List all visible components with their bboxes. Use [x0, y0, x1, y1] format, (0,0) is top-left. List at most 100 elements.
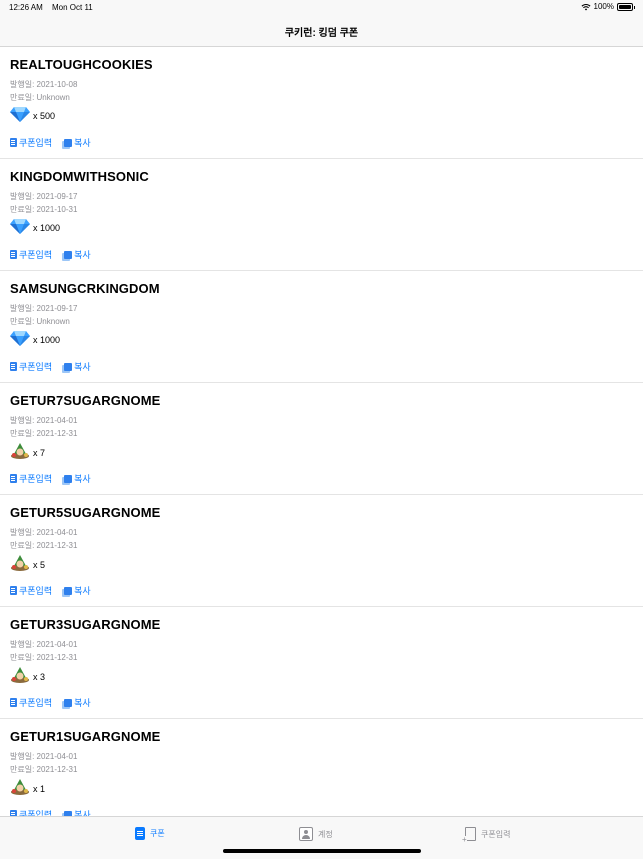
coupon-issued-date: 발행일: 2021-04-01 [10, 528, 78, 537]
coupon-issued-date: 발행일: 2021-09-17 [10, 192, 78, 201]
enter-coupon-button[interactable]: 쿠폰입력 [10, 696, 52, 709]
coupon-issued-date: 발행일: 2021-04-01 [10, 640, 78, 649]
copy-label: 복사 [74, 586, 91, 596]
tab-account[interactable]: 계정 [299, 827, 333, 841]
coupon-expiry-date: 만료일: Unknown [10, 93, 70, 102]
status-date: Mon Oct 11 [52, 3, 93, 12]
reward-quantity: x 1000 [33, 335, 61, 345]
coupon-reward: x 7 [10, 443, 45, 461]
account-icon [299, 827, 313, 841]
coupon-issued-date: 발행일: 2021-04-01 [10, 416, 78, 425]
coupon-actions: 쿠폰입력 복사 [10, 696, 91, 709]
enter-coupon-button[interactable]: 쿠폰입력 [10, 584, 52, 597]
coupon-actions: 쿠폰입력 복사 [10, 584, 91, 597]
enter-coupon-label: 쿠폰입력 [19, 362, 53, 372]
page-title: 쿠키런: 킹덤 쿠폰 [284, 27, 359, 39]
copy-label: 복사 [74, 698, 91, 708]
enter-coupon-icon [10, 698, 17, 707]
nav-bar: 쿠키런: 킹덤 쿠폰 [0, 16, 643, 47]
coupon-reward: x 500 [10, 107, 55, 124]
coupon-reward: x 1 [10, 779, 45, 797]
coupon-expiry-date: 만료일: 2021-12-31 [10, 653, 78, 662]
coupon-actions: 쿠폰입력 복사 [10, 472, 91, 485]
coupon-code: GETUR7SUGARGNOME [10, 393, 161, 408]
coupon-expiry-date: 만료일: 2021-12-31 [10, 765, 78, 774]
enter-coupon-button[interactable]: 쿠폰입력 [10, 472, 52, 485]
reward-quantity: x 3 [33, 672, 46, 682]
sugar-gnome-icon [10, 443, 30, 461]
enter-coupon-button[interactable]: 쿠폰입력 [10, 360, 52, 373]
enter-coupon-button[interactable]: 쿠폰입력 [10, 248, 52, 261]
copy-icon [64, 362, 73, 371]
enter-coupon-label: 쿠폰입력 [19, 138, 53, 148]
tab-coupons-label: 쿠폰 [150, 829, 165, 838]
coupon-issued-date: 발행일: 2021-10-08 [10, 80, 78, 89]
coupon-issued-date: 발행일: 2021-09-17 [10, 304, 78, 313]
copy-button[interactable]: 복사 [64, 136, 91, 149]
copy-label: 복사 [74, 474, 91, 484]
tab-coupons[interactable]: 쿠폰 [135, 827, 165, 840]
copy-icon [64, 698, 73, 707]
coupon-actions: 쿠폰입력 복사 [10, 136, 91, 149]
coupon-code: GETUR5SUGARGNOME [10, 505, 161, 520]
crystal-icon [10, 219, 30, 236]
reward-quantity: x 1000 [33, 223, 61, 233]
reward-quantity: x 1 [33, 784, 46, 794]
enter-coupon-icon [10, 250, 17, 259]
enter-coupon-icon [10, 474, 17, 483]
enter-coupon-icon [10, 138, 17, 147]
wifi-icon [581, 3, 591, 10]
coupon-card: GETUR1SUGARGNOME 발행일: 2021-04-01 만료일: 2021… [0, 719, 643, 816]
enter-coupon-button[interactable]: 쿠폰입력 [10, 136, 52, 149]
enter-coupon-icon [10, 586, 17, 595]
home-indicator [223, 849, 421, 853]
enter-coupon-button[interactable]: 쿠폰입력 [10, 808, 52, 816]
copy-button[interactable]: 복사 [64, 472, 91, 485]
copy-label: 복사 [74, 250, 91, 260]
battery-icon [617, 2, 635, 11]
copy-button[interactable]: 복사 [64, 360, 91, 373]
coupon-code: GETUR1SUGARGNOME [10, 729, 161, 744]
copy-label: 복사 [74, 810, 91, 816]
coupon-code: REALTOUGHCOOKIES [10, 57, 153, 72]
coupon-expiry-date: 만료일: Unknown [10, 317, 70, 326]
coupon-code: KINGDOMWITHSONIC [10, 169, 149, 184]
coupon-reward: x 5 [10, 555, 45, 573]
copy-button[interactable]: 복사 [64, 248, 91, 261]
coupon-expiry-date: 만료일: 2021-10-31 [10, 205, 78, 214]
coupon-issued-date: 발행일: 2021-04-01 [10, 752, 78, 761]
coupon-card: GETUR3SUGARGNOME 발행일: 2021-04-01 만료일: 2021… [0, 607, 643, 719]
copy-icon [64, 586, 73, 595]
battery-percent: 100% [593, 2, 614, 11]
coupon-actions: 쿠폰입력 복사 [10, 808, 91, 816]
copy-button[interactable]: 복사 [64, 584, 91, 597]
reward-quantity: x 7 [33, 448, 46, 458]
copy-button[interactable]: 복사 [64, 808, 91, 816]
status-bar: 12:26 AM Mon Oct 11 100% [0, 0, 643, 16]
coupon-card: REALTOUGHCOOKIES 발행일: 2021-10-08 만료일: Unkn… [0, 47, 643, 159]
copy-icon [64, 474, 73, 483]
coupon-list[interactable]: REALTOUGHCOOKIES 발행일: 2021-10-08 만료일: Unkn… [0, 47, 643, 816]
coupon-card: KINGDOMWITHSONIC 발행일: 2021-09-17 만료일: 2021… [0, 159, 643, 271]
crystal-icon [10, 331, 30, 348]
coupon-actions: 쿠폰입력 복사 [10, 360, 91, 373]
coupon-doc-icon [135, 827, 145, 840]
enter-coupon-icon [462, 827, 476, 844]
enter-coupon-label: 쿠폰입력 [19, 810, 53, 816]
copy-icon [64, 250, 73, 259]
tab-enter-coupon[interactable]: 쿠폰입력 [462, 827, 510, 844]
copy-label: 복사 [74, 362, 91, 372]
coupon-card: SAMSUNGCRKINGDOM 발행일: 2021-09-17 만료일: Unkn… [0, 271, 643, 383]
copy-button[interactable]: 복사 [64, 696, 91, 709]
coupon-reward: x 3 [10, 667, 45, 685]
coupon-code: SAMSUNGCRKINGDOM [10, 281, 160, 296]
coupon-card: GETUR7SUGARGNOME 발행일: 2021-04-01 만료일: 2021… [0, 383, 643, 495]
reward-quantity: x 5 [33, 560, 46, 570]
enter-coupon-label: 쿠폰입력 [19, 698, 53, 708]
reward-quantity: x 500 [33, 111, 56, 121]
crystal-icon [10, 107, 30, 124]
enter-coupon-label: 쿠폰입력 [19, 586, 53, 596]
coupon-actions: 쿠폰입력 복사 [10, 248, 91, 261]
status-time: 12:26 AM [9, 3, 43, 12]
coupon-reward: x 1000 [10, 331, 60, 348]
